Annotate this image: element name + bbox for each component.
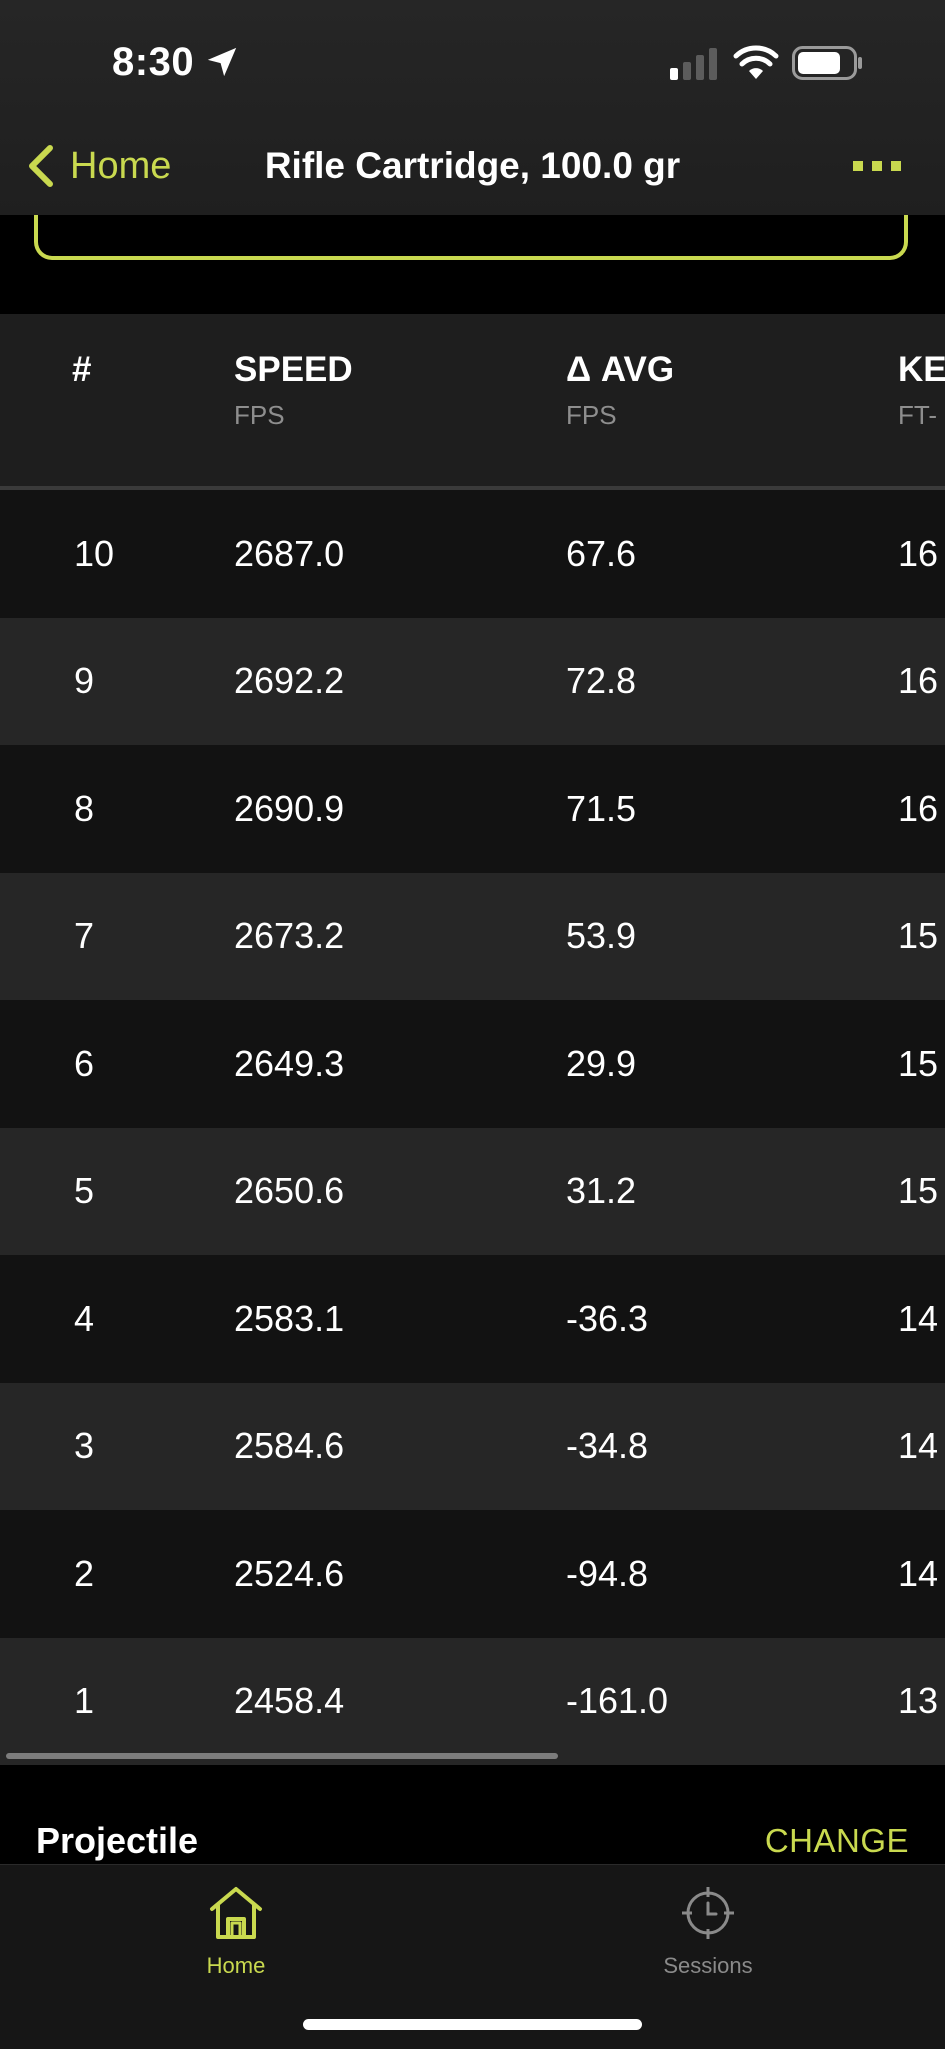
shot-number: 4 — [74, 1297, 95, 1339]
shot-delta-avg: -94.8 — [566, 1552, 649, 1594]
shot-number: 6 — [74, 1042, 95, 1084]
projectile-label: Projectile — [36, 1820, 199, 1861]
more-options-icon[interactable] — [853, 159, 901, 173]
shot-ke: 16 — [898, 660, 939, 702]
table-row[interactable]: 5 2650.6 31.2 15 — [0, 1127, 945, 1255]
shot-speed: 2650.6 — [234, 1170, 345, 1212]
shot-speed: 2584.6 — [234, 1425, 345, 1467]
shot-ke: 14 — [898, 1552, 939, 1594]
shot-delta-avg: 72.8 — [566, 660, 637, 702]
table-row[interactable]: 3 2584.6 -34.8 14 — [0, 1382, 945, 1510]
shot-speed: 2524.6 — [234, 1552, 345, 1594]
shot-delta-avg: 53.9 — [566, 915, 637, 957]
wifi-icon — [733, 45, 779, 79]
battery-icon — [792, 46, 862, 80]
top-bar: 8:30 Home Rifle Cartridge, 100.0 gr — [0, 0, 945, 215]
table-row[interactable]: 6 2649.3 29.9 15 — [0, 1000, 945, 1128]
shot-number: 1 — [74, 1680, 95, 1722]
shot-speed: 2673.2 — [234, 915, 345, 957]
shot-ke: 15 — [898, 915, 939, 957]
shot-ke: 16 — [898, 787, 939, 829]
cellular-signal-icon — [670, 48, 717, 80]
status-bar: 8:30 — [0, 0, 945, 125]
location-arrow-icon — [207, 47, 237, 77]
horizontal-scrollbar[interactable] — [6, 1753, 558, 1759]
shot-delta-avg: -161.0 — [566, 1680, 669, 1722]
shot-number: 9 — [74, 660, 95, 702]
table-row[interactable]: 10 2687.0 67.6 16 — [0, 490, 945, 618]
shot-delta-avg: -36.3 — [566, 1297, 649, 1339]
shot-speed: 2687.0 — [234, 532, 345, 574]
shots-table[interactable]: # SPEED FPS Δ AVG FPS KE FT- 10 2687.0 6… — [0, 314, 945, 1765]
home-indicator — [303, 2019, 642, 2030]
page-title: Rifle Cartridge, 100.0 gr — [264, 145, 681, 186]
shot-speed: 2649.3 — [234, 1042, 345, 1084]
shot-number: 8 — [74, 787, 95, 829]
shot-speed: 2692.2 — [234, 660, 345, 702]
tab-home[interactable]: Home — [136, 1883, 336, 1979]
home-icon — [210, 1887, 262, 1939]
table-header: # SPEED FPS Δ AVG FPS KE FT- — [0, 314, 945, 490]
table-row[interactable]: 1 2458.4 -161.0 13 — [0, 1637, 945, 1765]
shot-delta-avg: -34.8 — [566, 1425, 649, 1467]
status-time: 8:30 — [112, 40, 195, 84]
shot-ke: 15 — [898, 1170, 939, 1212]
shot-delta-avg: 67.6 — [566, 532, 637, 574]
shot-ke: 15 — [898, 1042, 939, 1084]
shot-delta-avg: 71.5 — [566, 787, 637, 829]
shot-number: 10 — [74, 532, 115, 574]
shot-delta-avg: 31.2 — [566, 1170, 637, 1212]
shot-number: 7 — [74, 915, 95, 957]
column-header-number: # — [72, 350, 92, 389]
shot-speed: 2583.1 — [234, 1297, 345, 1339]
column-header-speed: SPEED FPS — [234, 350, 353, 430]
shot-number: 5 — [74, 1170, 95, 1212]
tab-sessions[interactable]: Sessions — [608, 1883, 808, 1979]
tab-home-label: Home — [206, 1953, 266, 1978]
shot-delta-avg: 29.9 — [566, 1042, 637, 1084]
table-row[interactable]: 8 2690.9 71.5 16 — [0, 745, 945, 873]
column-header-ke: KE FT- — [898, 350, 945, 430]
table-row[interactable]: 4 2583.1 -36.3 14 — [0, 1255, 945, 1383]
table-row[interactable]: 9 2692.2 72.8 16 — [0, 617, 945, 745]
shot-speed: 2690.9 — [234, 787, 345, 829]
nav-bar: Home Rifle Cartridge, 100.0 gr — [0, 125, 945, 215]
table-row[interactable]: 2 2524.6 -94.8 14 — [0, 1510, 945, 1638]
shot-speed: 2458.4 — [234, 1680, 345, 1722]
shot-ke: 14 — [898, 1297, 939, 1339]
change-projectile-button[interactable]: CHANGE — [765, 1822, 909, 1860]
crosshair-clock-icon — [682, 1887, 734, 1939]
shot-ke: 13 — [898, 1680, 939, 1722]
shot-number: 3 — [74, 1425, 95, 1467]
tab-sessions-label: Sessions — [663, 1953, 753, 1978]
shot-ke: 14 — [898, 1425, 939, 1467]
shot-number: 2 — [74, 1552, 95, 1594]
column-header-delta-avg: Δ AVG FPS — [566, 350, 675, 430]
table-row[interactable]: 7 2673.2 53.9 15 — [0, 872, 945, 1000]
shot-ke: 16 — [898, 532, 939, 574]
